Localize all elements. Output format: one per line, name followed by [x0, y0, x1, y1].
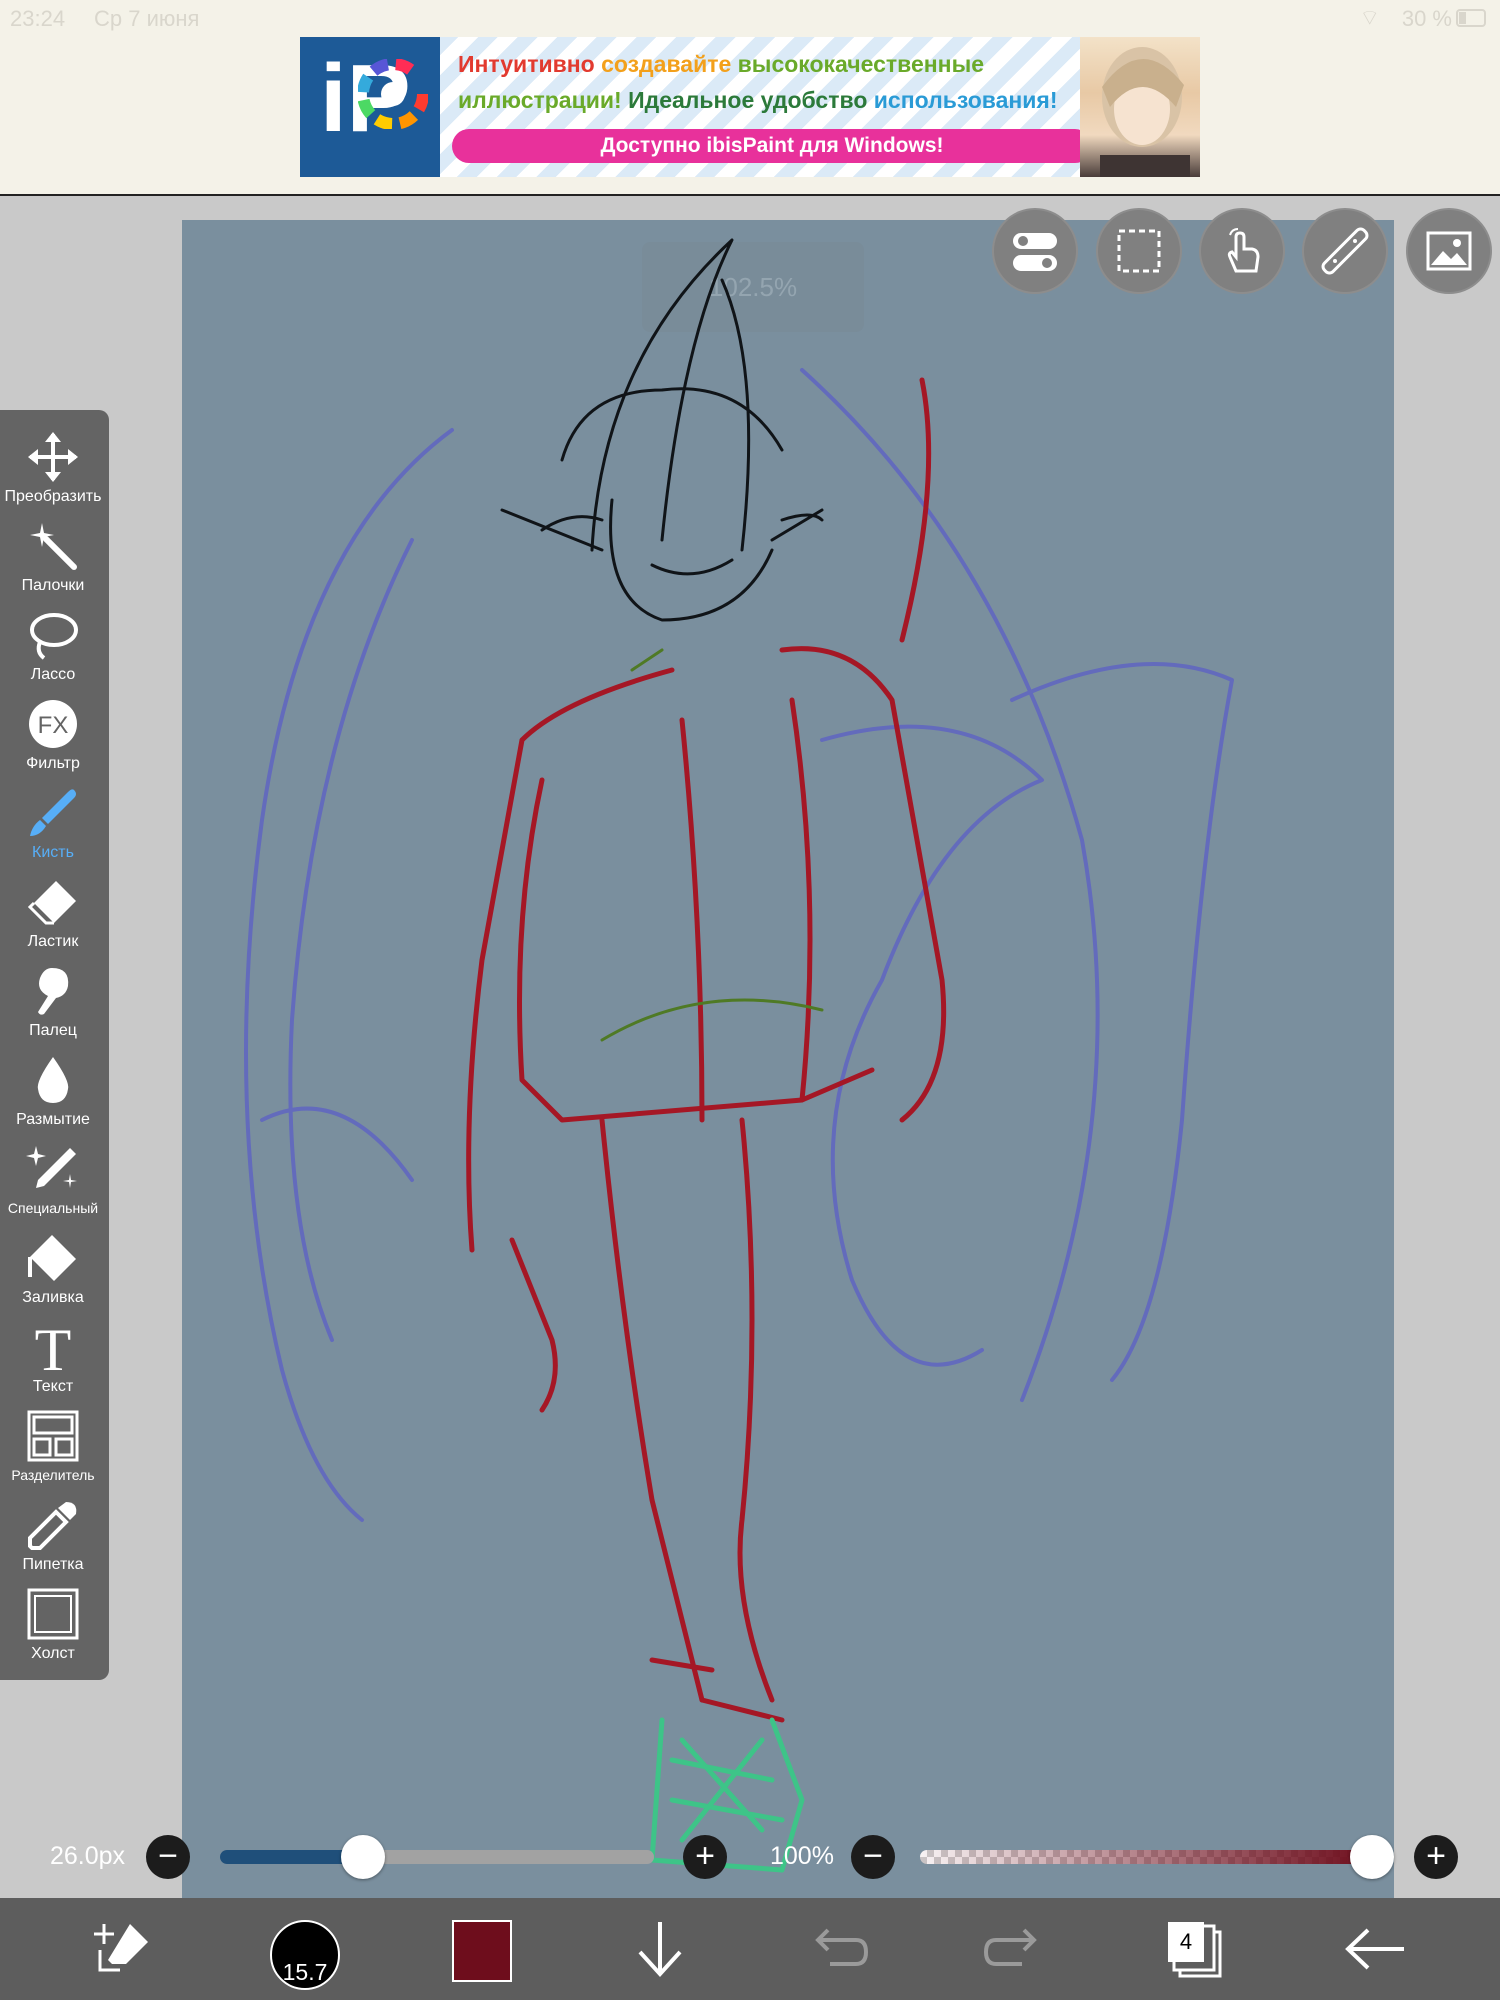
- toggle-settings-button[interactable]: [992, 208, 1078, 294]
- tool-filter[interactable]: FX Фильтр: [0, 693, 106, 782]
- brush-preview-button[interactable]: 15.7: [270, 1920, 340, 1990]
- tool-label: Палочки: [21, 577, 85, 594]
- tool-label: Текст: [32, 1378, 74, 1395]
- current-color-swatch[interactable]: [452, 1920, 512, 1982]
- drawing-canvas[interactable]: 102.5%: [182, 220, 1394, 1930]
- hand-touch-icon: [1227, 228, 1260, 273]
- tool-transform[interactable]: Преобразить: [0, 426, 106, 515]
- canvas-square-icon: [27, 1588, 79, 1640]
- tool-magic-wand[interactable]: Палочки: [0, 515, 106, 604]
- toggle-switch-icon: [1013, 233, 1057, 271]
- tool-label: Палец: [29, 1022, 77, 1039]
- layers-count: 4: [1168, 1922, 1204, 1962]
- eraser-icon: [27, 881, 76, 925]
- arrow-down-icon[interactable]: [630, 1914, 690, 1984]
- brush-opacity-knob[interactable]: [1350, 1835, 1394, 1879]
- text-t-icon: T: [35, 1320, 72, 1374]
- sparkle-pen-icon: [26, 1146, 77, 1188]
- toolbox-panel: Преобразить Палочки Лассо FX Фильтр Кист…: [0, 410, 109, 1680]
- tool-brush[interactable]: Кисть: [0, 782, 106, 871]
- tool-label: Размытие: [16, 1111, 90, 1128]
- brush-opacity-slider[interactable]: [920, 1850, 1372, 1864]
- ad-text: Интуитивно: [458, 51, 602, 77]
- opacity-increase-button[interactable]: +: [1414, 1835, 1458, 1879]
- battery-percent: 30 %: [1401, 6, 1452, 31]
- brush-size-knob[interactable]: [341, 1835, 385, 1879]
- tool-smudge[interactable]: Палец: [0, 960, 106, 1049]
- tool-text[interactable]: T Текст: [0, 1316, 106, 1405]
- tool-fill[interactable]: Заливка: [0, 1227, 106, 1316]
- frame-divider-icon: [27, 1410, 79, 1462]
- tool-canvas[interactable]: Холст: [0, 1583, 106, 1672]
- tool-label: Заливка: [22, 1289, 84, 1306]
- fx-icon: FX: [29, 700, 77, 748]
- redo-icon[interactable]: [980, 1914, 1050, 1984]
- drop-icon: [37, 1057, 69, 1103]
- tool-label: Кисть: [32, 844, 74, 861]
- tool-special[interactable]: Специальный: [0, 1138, 106, 1227]
- ad-character-image: [1080, 37, 1200, 177]
- opacity-decrease-button[interactable]: −: [851, 1835, 895, 1879]
- tool-label: Ластик: [27, 933, 79, 950]
- tool-label: Лассо: [30, 666, 76, 683]
- magic-wand-icon: [30, 523, 77, 570]
- ad-text: использования!: [873, 87, 1058, 113]
- ibispaint-logo: iP: [300, 37, 440, 177]
- status-date: Ср 7 июня: [94, 6, 200, 31]
- size-increase-button[interactable]: +: [683, 1835, 727, 1879]
- brush-preview-size: 15.7: [282, 1959, 328, 1985]
- svg-text:FX: FX: [38, 712, 69, 739]
- finger-icon: [38, 968, 69, 1015]
- fill-bucket-icon: [28, 1235, 76, 1281]
- tool-divider[interactable]: Разделитель: [0, 1405, 106, 1494]
- selection-button[interactable]: [1096, 208, 1182, 294]
- brush-size-value: 26.0px: [50, 1842, 126, 1870]
- ad-cta-button[interactable]: Доступно ibisPaint для Windows!: [452, 129, 1092, 163]
- ad-text: иллюстрации!: [458, 87, 629, 113]
- battery-icon: [1456, 9, 1486, 27]
- status-time: 23:24: [10, 6, 66, 31]
- brush-size-slider[interactable]: [220, 1850, 654, 1864]
- brush-opacity-value: 100%: [770, 1842, 834, 1870]
- move-arrows-icon: [28, 432, 78, 482]
- ad-text: создавайте: [601, 51, 738, 77]
- ruler-button[interactable]: [1302, 208, 1388, 294]
- tool-label: Фильтр: [26, 755, 80, 772]
- ad-banner[interactable]: iP Интуитивно создавайте высококачествен…: [300, 37, 1200, 177]
- undo-icon[interactable]: [802, 1914, 872, 1984]
- touch-gesture-button[interactable]: [1199, 208, 1285, 294]
- sketch-artwork: [244, 238, 1234, 1873]
- tool-label: Разделитель: [11, 1467, 95, 1483]
- color-wheel-icon: [358, 59, 428, 129]
- tool-blur[interactable]: Размытие: [0, 1049, 106, 1138]
- ad-area: iP Интуитивно создавайте высококачествен…: [0, 36, 1500, 196]
- tool-label: Преобразить: [4, 488, 102, 505]
- ad-text: высококачественные: [737, 51, 985, 77]
- ad-text: Идеальное удобство: [628, 87, 874, 113]
- quick-tool-switch-icon[interactable]: [90, 1914, 160, 1984]
- tool-lasso[interactable]: Лассо: [0, 604, 106, 693]
- svg-text:T: T: [35, 1320, 72, 1374]
- image-icon: [1426, 231, 1472, 271]
- lasso-icon: [30, 613, 78, 660]
- status-bar: 23:24 Ср 7 июня ⌔ 30 %: [0, 0, 1500, 36]
- bottom-toolbar: 15.7 4: [0, 1898, 1500, 2000]
- tool-label: Специальный: [7, 1200, 99, 1216]
- ad-headline-2: иллюстрации! Идеальное удобство использо…: [458, 87, 1057, 114]
- dashed-selection-icon: [1117, 229, 1161, 273]
- tool-label: Холст: [31, 1645, 75, 1662]
- ad-headline-1: Интуитивно создавайте высококачественные: [458, 51, 984, 78]
- tool-label: Пипетка: [22, 1556, 84, 1573]
- eyedropper-icon: [28, 1502, 77, 1550]
- back-arrow-icon[interactable]: [1340, 1914, 1410, 1984]
- reference-image-button[interactable]: [1406, 208, 1492, 294]
- tool-eyedropper[interactable]: Пипетка: [0, 1494, 106, 1583]
- tool-eraser[interactable]: Ластик: [0, 871, 106, 960]
- ruler-icon: [1321, 227, 1369, 275]
- size-decrease-button[interactable]: −: [146, 1835, 190, 1879]
- wifi-icon: ⌔: [1359, 5, 1380, 30]
- brush-icon: [30, 789, 76, 836]
